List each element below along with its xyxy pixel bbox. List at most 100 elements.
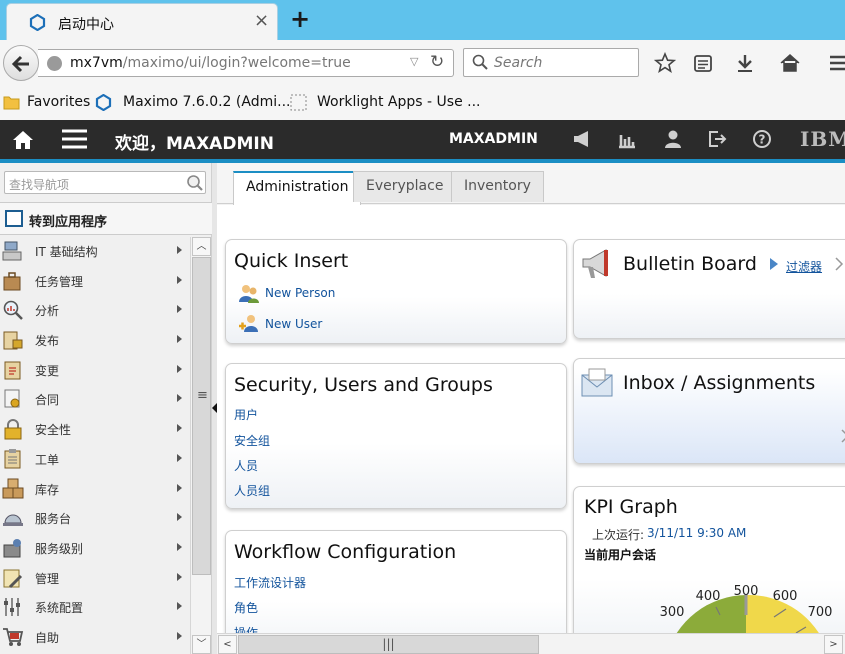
close-tab-icon[interactable]: × <box>254 12 269 30</box>
nav-item-label: IT 基础结构 <box>35 245 98 259</box>
filter-arrow-icon <box>770 258 778 270</box>
browser-navbar: mx7vm/maximo/ui/login?welcome=true ▽ ↻ S… <box>0 40 845 86</box>
help-icon[interactable]: ? <box>752 129 772 149</box>
url-history-dropdown-icon[interactable]: ▽ <box>410 55 418 68</box>
download-icon[interactable] <box>734 52 756 74</box>
back-arrow-icon <box>11 55 29 73</box>
actions-link[interactable]: 操作 <box>234 624 258 633</box>
hamburger-menu-icon[interactable] <box>61 128 88 150</box>
nav-item-administration[interactable]: 管理 <box>0 563 190 593</box>
expand-arrow-icon <box>177 483 182 492</box>
last-run-label: 上次运行: <box>592 528 645 542</box>
scroll-thumb[interactable]: ≡ <box>192 257 211 575</box>
portlet-title: KPI Graph <box>584 496 678 518</box>
sign-out-icon[interactable] <box>707 129 727 149</box>
filter-link[interactable]: 过滤器 <box>786 258 822 275</box>
scroll-up-icon[interactable]: ︿ <box>192 237 211 256</box>
back-button[interactable] <box>3 45 39 81</box>
expand-arrow-icon <box>177 305 182 314</box>
expand-arrow-icon <box>177 394 182 403</box>
search-placeholder: Search <box>494 55 543 71</box>
workflow-configuration-portlet: Workflow Configuration 工作流设计器 角色 操作 <box>225 530 567 633</box>
grip-icon: ≡ <box>197 388 208 403</box>
portlet-title: Quick Insert <box>234 250 349 272</box>
new-person-icon <box>239 285 259 303</box>
profile-person-icon[interactable] <box>663 129 683 149</box>
bulletin-board-portlet: Bulletin Board 过滤器 <box>573 239 845 339</box>
browser-tab[interactable]: 启动中心 × <box>6 3 278 40</box>
nav-item-contracts[interactable]: 合同 <box>0 384 190 414</box>
nav-item-service-level[interactable]: 服务级别 <box>0 533 190 563</box>
people-link[interactable]: 人员 <box>234 457 258 474</box>
menu-icon[interactable] <box>826 52 845 74</box>
scroll-left-icon[interactable]: < <box>218 635 237 654</box>
bulletin-megaphone-icon[interactable] <box>572 129 592 149</box>
nav-item-analysis[interactable]: 分析 <box>0 295 190 325</box>
reload-icon[interactable]: ↻ <box>430 52 444 72</box>
users-link[interactable]: 用户 <box>234 406 258 423</box>
roles-link[interactable]: 角色 <box>234 599 258 616</box>
bookmark-maximo[interactable]: Maximo 7.6.0.2 (Admi... <box>123 94 290 110</box>
new-user-link[interactable]: New User <box>265 317 322 331</box>
portlet-area: Quick Insert New Person New User Securit… <box>217 205 845 633</box>
home-icon[interactable] <box>779 52 801 74</box>
nav-item-service-desk[interactable]: 服务台 <box>0 503 190 533</box>
new-tab-icon[interactable]: + <box>290 6 310 32</box>
reading-list-icon[interactable] <box>692 52 714 74</box>
nav-item-security[interactable]: 安全性 <box>0 414 190 444</box>
tab-everyplace[interactable]: Everyplace <box>353 171 457 202</box>
url-path: /maximo/ui/login?welcome=true <box>122 55 351 71</box>
expand-arrow-icon <box>177 602 182 611</box>
url-text[interactable]: mx7vm/maximo/ui/login?welcome=true <box>70 55 351 71</box>
chevron-right-icon[interactable] <box>840 429 845 443</box>
search-icon[interactable] <box>186 174 204 192</box>
browser-search-box[interactable]: Search <box>463 48 639 77</box>
nav-item-label: 分析 <box>35 304 60 319</box>
nav-item-it-infrastructure[interactable]: IT 基础结构 <box>0 236 190 266</box>
bookmark-star-icon[interactable] <box>654 52 676 74</box>
nav-item-label: 合同 <box>35 393 60 408</box>
nav-item-task-management[interactable]: 任务管理 <box>0 266 190 296</box>
nav-item-self-service[interactable]: 自助 <box>0 622 190 652</box>
clipboard-lock-icon <box>3 331 23 350</box>
nav-search-input[interactable]: 查找导航项 <box>4 171 206 194</box>
home-icon[interactable] <box>12 129 34 151</box>
folder-icon <box>3 96 20 110</box>
scroll-right-icon[interactable]: > <box>824 635 843 654</box>
new-person-link[interactable]: New Person <box>265 286 335 300</box>
horizontal-scrollbar[interactable]: < ||| > <box>217 633 845 654</box>
scroll-down-icon[interactable]: ﹀ <box>192 635 211 654</box>
tab-administration[interactable]: Administration <box>233 171 362 205</box>
bookmark-favorites[interactable]: Favorites <box>27 94 90 110</box>
nav-item-label: 自助 <box>35 630 60 645</box>
nav-item-work-orders[interactable]: 工单 <box>0 444 190 474</box>
last-run-value: 3/11/11 9:30 AM <box>647 526 747 540</box>
reports-chart-icon[interactable] <box>617 129 637 149</box>
tab-inventory[interactable]: Inventory <box>451 171 544 202</box>
expand-arrow-icon <box>177 513 182 522</box>
security-groups-link[interactable]: 安全组 <box>234 432 270 449</box>
svg-text:?: ? <box>759 133 766 147</box>
expand-arrow-icon <box>177 246 182 254</box>
scroll-thumb[interactable]: ||| <box>238 635 539 654</box>
goto-applications[interactable]: 转到应用程序 <box>0 202 212 235</box>
nav-item-label: 管理 <box>35 571 60 586</box>
workflow-designer-link[interactable]: 工作流设计器 <box>234 574 306 591</box>
nav-scrollbar[interactable]: ︿ ≡ ﹀ <box>190 237 211 654</box>
nav-item-inventory[interactable]: 库存 <box>0 474 190 504</box>
user-name[interactable]: MAXADMIN <box>449 131 538 147</box>
kpi-gauge: 300 400 500 600 700 <box>660 584 832 633</box>
inbox-envelope-icon <box>581 368 613 397</box>
security-users-groups-portlet: Security, Users and Groups 用户 安全组 人员 人员组 <box>225 363 567 509</box>
url-host: mx7vm <box>70 55 123 71</box>
maximo-bookmark-icon <box>95 94 112 111</box>
nav-item-system-config[interactable]: 系统配置 <box>0 592 190 622</box>
chevron-right-icon[interactable] <box>834 257 844 271</box>
bookmark-worklight[interactable]: Worklight Apps - Use ... <box>317 94 480 110</box>
nav-item-label: 服务级别 <box>35 541 84 556</box>
nav-item-release[interactable]: 发布 <box>0 325 190 355</box>
gauge-tick-label: 500 <box>734 584 759 599</box>
url-bar[interactable]: mx7vm/maximo/ui/login?welcome=true ▽ ↻ <box>38 49 454 77</box>
nav-item-change[interactable]: 变更 <box>0 355 190 385</box>
person-groups-link[interactable]: 人员组 <box>234 482 270 499</box>
